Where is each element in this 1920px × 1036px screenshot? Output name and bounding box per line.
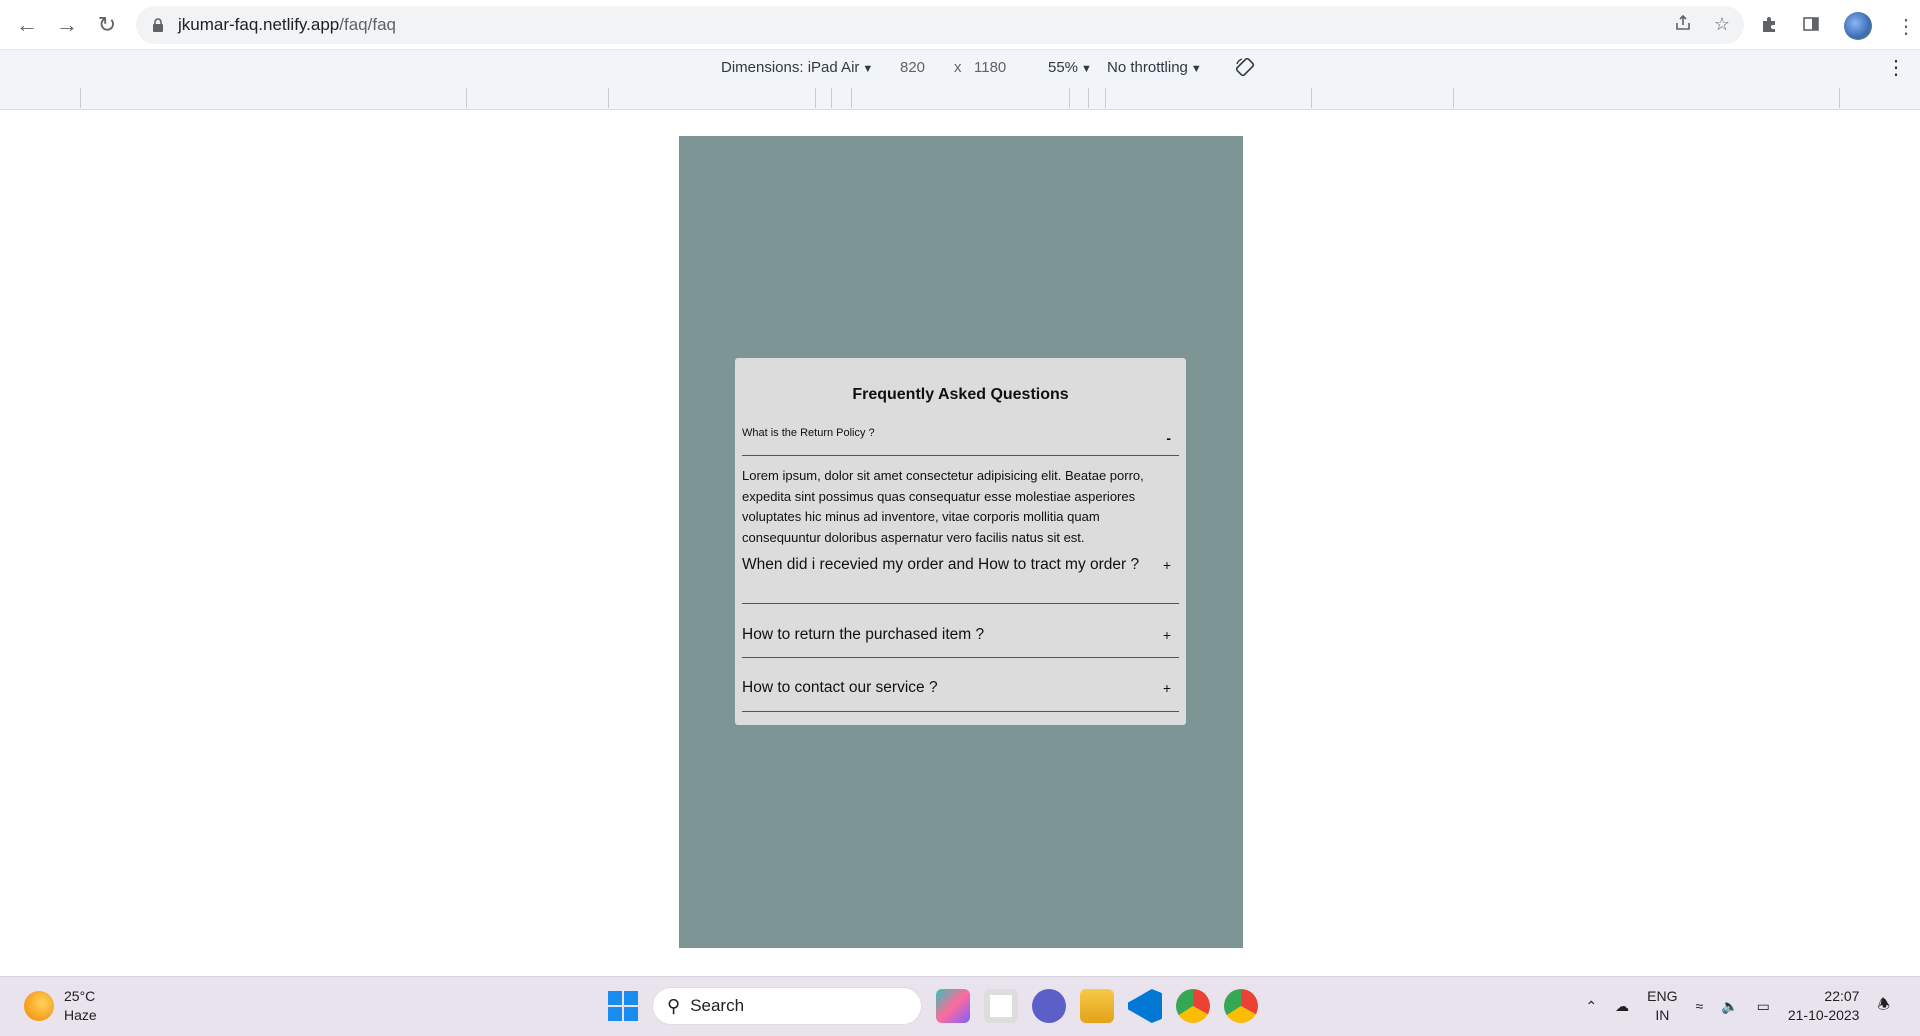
back-arrow-icon[interactable]: ← xyxy=(12,10,42,40)
throttling-label: No throttling xyxy=(1107,59,1188,76)
browser-toolbar: ← → ↻ jkumar-faq.netlify.app/faq/faq ☆ ⋮ xyxy=(0,0,1920,50)
media-query-bar[interactable] xyxy=(0,86,1920,110)
ruler-tick xyxy=(1311,88,1312,108)
url-path: /faq/faq xyxy=(339,15,396,34)
task-view-icon[interactable] xyxy=(984,989,1018,1023)
weather-sun-icon xyxy=(24,991,54,1021)
collapse-minus-icon[interactable]: - xyxy=(1166,430,1171,446)
windows-logo-pane xyxy=(608,991,622,1005)
zoom-label: 55% xyxy=(1048,59,1079,76)
windows-logo-pane xyxy=(624,991,638,1005)
share-icon[interactable] xyxy=(1674,14,1692,37)
faq-question-text: What is the Return Policy ? xyxy=(742,427,875,439)
ruler-tick xyxy=(831,88,832,108)
address-bar[interactable]: jkumar-faq.netlify.app/faq/faq ☆ xyxy=(136,6,1744,44)
lock-icon xyxy=(152,18,164,32)
caret-down-icon: ▼ xyxy=(1081,63,1092,75)
language-code: ENG xyxy=(1647,988,1678,1004)
faq-question-row[interactable]: How to contact our service ? + xyxy=(742,658,1179,712)
ruler-tick xyxy=(80,88,81,108)
profile-avatar[interactable] xyxy=(1844,12,1872,40)
windows-start-icon[interactable] xyxy=(608,991,638,1021)
dimensions-label: Dimensions: iPad Air xyxy=(721,59,860,76)
weather-temperature: 25°C xyxy=(64,988,96,1004)
caret-down-icon: ▼ xyxy=(1190,63,1202,75)
faq-card: Frequently Asked Questions What is the R… xyxy=(735,358,1186,725)
weather-description: Haze xyxy=(64,1007,97,1023)
device-viewport: Frequently Asked Questions What is the R… xyxy=(679,136,1243,948)
expand-plus-icon[interactable]: + xyxy=(1163,627,1171,643)
expand-plus-icon[interactable]: + xyxy=(1163,557,1171,573)
dimensions-dropdown[interactable]: Dimensions: iPad Air ▼ xyxy=(721,59,873,76)
vscode-icon[interactable] xyxy=(1128,989,1162,1023)
devtools-more-icon[interactable]: ⋮ xyxy=(1886,55,1906,80)
file-explorer-icon[interactable] xyxy=(1080,989,1114,1023)
ruler-tick xyxy=(815,88,816,108)
extensions-puzzle-icon[interactable] xyxy=(1760,15,1778,38)
weather-widget[interactable]: 25°C Haze xyxy=(24,987,97,1025)
faq-question-text: When did i recevied my order and How to … xyxy=(742,556,1140,573)
bookmark-star-icon[interactable]: ☆ xyxy=(1714,14,1730,37)
ruler-tick xyxy=(1453,88,1454,108)
chrome-menu-icon[interactable]: ⋮ xyxy=(1896,14,1916,39)
windows-logo-pane xyxy=(608,1007,622,1021)
side-panel-icon[interactable] xyxy=(1802,15,1820,38)
throttling-dropdown[interactable]: No throttling ▼ xyxy=(1107,59,1202,76)
notification-bell-icon[interactable]: 🕭 xyxy=(1877,994,1890,1018)
chrome-icon[interactable] xyxy=(1176,989,1210,1023)
ruler-tick xyxy=(1839,88,1840,108)
ruler-tick xyxy=(608,88,609,108)
caret-down-icon: ▼ xyxy=(862,63,874,75)
expand-plus-icon[interactable]: + xyxy=(1163,680,1171,696)
faq-question-row[interactable]: When did i recevied my order and How to … xyxy=(742,550,1179,604)
ruler-tick xyxy=(1088,88,1089,108)
faq-question-text: How to contact our service ? xyxy=(742,679,938,696)
height-input[interactable]: 1180 xyxy=(974,59,1006,76)
search-label: Search xyxy=(690,996,745,1015)
width-input[interactable]: 820 xyxy=(900,59,925,76)
clock-time: 22:07 xyxy=(1824,988,1860,1004)
reload-icon[interactable]: ↻ xyxy=(92,10,122,40)
zoom-dropdown[interactable]: 55% ▼ xyxy=(1048,59,1092,76)
faq-title: Frequently Asked Questions xyxy=(852,386,1069,403)
faq-question-row[interactable]: How to return the purchased item ? + xyxy=(742,604,1179,658)
chrome-icon[interactable] xyxy=(1224,989,1258,1023)
region-code: IN xyxy=(1655,1007,1670,1023)
clock-date: 21-10-2023 xyxy=(1787,1007,1860,1023)
url-text: jkumar-faq.netlify.app/faq/faq xyxy=(178,15,396,35)
faq-question-text: How to return the purchased item ? xyxy=(742,626,985,643)
ruler-tick xyxy=(466,88,467,108)
wifi-icon[interactable]: ≈ xyxy=(1695,998,1703,1014)
system-clock[interactable]: 22:07 21-10-2023 xyxy=(1788,987,1860,1025)
language-indicator[interactable]: ENG IN xyxy=(1647,987,1677,1025)
battery-icon[interactable]: ▭ xyxy=(1757,998,1770,1015)
ruler-tick xyxy=(1069,88,1070,108)
onedrive-cloud-icon[interactable]: ☁ xyxy=(1615,998,1629,1015)
windows-logo-pane xyxy=(624,1007,638,1021)
teams-chat-icon[interactable] xyxy=(1032,989,1066,1023)
search-icon: ⚲ xyxy=(667,995,681,1016)
url-host: jkumar-faq.netlify.app xyxy=(178,15,340,34)
ruler-tick xyxy=(851,88,852,108)
volume-icon[interactable]: 🔈 xyxy=(1721,998,1738,1015)
chevron-up-icon[interactable]: ⌃ xyxy=(1585,998,1597,1015)
faq-answer-text: Lorem ipsum, dolor sit amet consectetur … xyxy=(742,468,1144,545)
copilot-app-icon[interactable] xyxy=(936,989,970,1023)
faq-question-row[interactable]: What is the Return Policy ? - xyxy=(742,424,1179,456)
windows-taskbar: 25°C Haze ⚲ Search ⌃ ☁ ENG IN ≈ 🔈 ▭ 22:0… xyxy=(0,976,1920,1036)
forward-arrow-icon[interactable]: → xyxy=(52,10,82,40)
device-toolbar: Dimensions: iPad Air ▼ 820 x 1180 55% ▼ No… xyxy=(0,50,1920,86)
taskbar-search[interactable]: ⚲ Search xyxy=(652,987,922,1025)
dimension-separator: x xyxy=(954,59,962,76)
ruler-tick xyxy=(1105,88,1106,108)
rotate-icon[interactable] xyxy=(1234,56,1256,82)
